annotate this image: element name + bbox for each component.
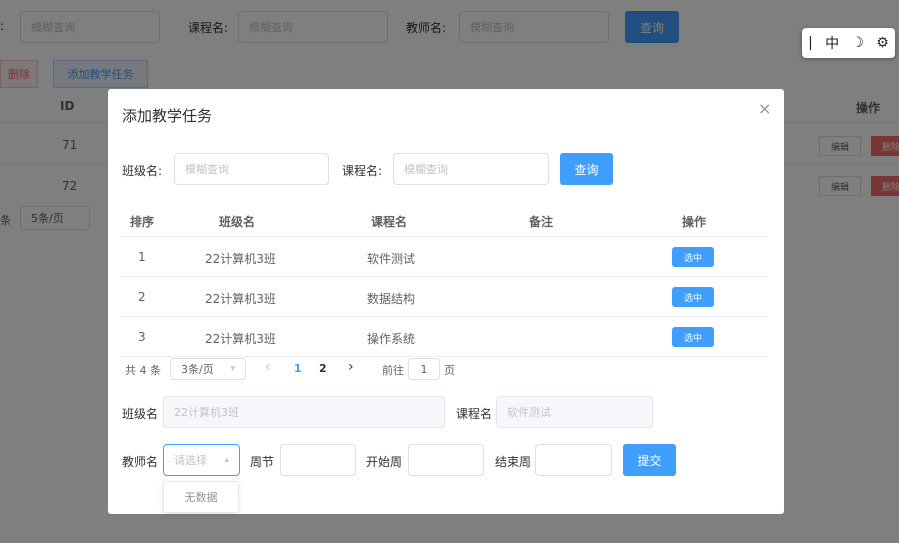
page-size-value: 3条/页	[181, 363, 214, 376]
course-search-input[interactable]: 模糊查询	[393, 153, 549, 185]
form-end-week-label: 结束周	[495, 455, 532, 469]
table-row: 3 22计算机3班 操作系统 选中	[122, 317, 768, 357]
next-page-icon[interactable]: ›	[348, 359, 354, 375]
table-divider	[122, 356, 768, 357]
form-week-label: 周节	[250, 455, 275, 469]
form-teacher-label: 教师名	[122, 455, 159, 469]
add-task-dialog: 添加教学任务 × 班级名: 模糊查询 课程名: 模糊查询 查询 排序 班级名 课…	[108, 89, 784, 514]
goto-page-value: 1	[420, 362, 428, 376]
teacher-select[interactable]: 请选择 ▴	[163, 444, 240, 476]
teacher-dropdown: 无数据	[163, 481, 239, 513]
row-class: 22计算机3班	[205, 252, 276, 266]
dropdown-empty-text: 无数据	[184, 491, 218, 504]
table-header-course: 课程名	[371, 215, 408, 229]
submit-button[interactable]: 提交	[623, 444, 676, 476]
table-row: 1 22计算机3班 软件测试 选中	[122, 237, 768, 277]
teacher-select-placeholder: 请选择	[174, 454, 207, 467]
table-header-order: 排序	[130, 215, 155, 229]
course-table: 排序 班级名 课程名 备注 操作 1 22计算机3班 软件测试 选中 2 22计…	[122, 205, 768, 357]
chevron-down-icon: ▾	[230, 364, 235, 374]
row-order: 1	[138, 250, 146, 264]
ime-toolbar[interactable]: | 中 ☽ ⚙	[802, 28, 895, 58]
start-week-input[interactable]	[408, 444, 484, 476]
select-button[interactable]: 选中	[672, 287, 714, 307]
select-button[interactable]: 选中	[672, 247, 714, 267]
dialog-title: 添加教学任务	[122, 107, 213, 125]
form-class-value: 22计算机3班	[174, 406, 239, 419]
goto-page-input[interactable]: 1	[408, 358, 440, 380]
page-number-active[interactable]: 1	[294, 362, 302, 375]
ime-cursor-icon: |	[808, 35, 813, 51]
gear-icon[interactable]: ⚙	[876, 35, 889, 51]
moon-icon[interactable]: ☽	[851, 35, 864, 51]
class-search-label: 班级名:	[122, 164, 163, 178]
row-course: 软件测试	[367, 252, 416, 266]
ime-mode-toggle[interactable]: 中	[825, 33, 839, 53]
form-course-value: 软件测试	[507, 406, 551, 419]
select-button[interactable]: 选中	[672, 327, 714, 347]
form-class-input: 22计算机3班	[163, 396, 445, 428]
course-search-label: 课程名:	[342, 164, 383, 178]
end-week-input[interactable]	[535, 444, 612, 476]
pagination-total: 共 4 条	[125, 364, 161, 377]
week-input[interactable]	[280, 444, 356, 476]
form-course-label: 课程名	[456, 407, 493, 421]
row-class: 22计算机3班	[205, 332, 276, 346]
form-class-label: 班级名	[122, 407, 159, 421]
row-order: 3	[138, 330, 146, 344]
row-course: 操作系统	[367, 332, 416, 346]
page-number[interactable]: 2	[319, 362, 327, 375]
prev-page-icon[interactable]: ‹	[265, 359, 271, 375]
row-class: 22计算机3班	[205, 292, 276, 306]
table-row: 2 22计算机3班 数据结构 选中	[122, 277, 768, 317]
close-icon[interactable]: ×	[758, 99, 771, 118]
course-search-placeholder: 模糊查询	[404, 163, 448, 176]
table-header-actions: 操作	[682, 215, 707, 229]
page-unit-label: 页	[444, 364, 455, 377]
chevron-up-icon: ▴	[224, 455, 229, 465]
form-start-week-label: 开始周	[366, 455, 403, 469]
form-course-input: 软件测试	[496, 396, 653, 428]
class-search-placeholder: 模糊查询	[185, 163, 229, 176]
table-header-note: 备注	[529, 215, 554, 229]
class-search-input[interactable]: 模糊查询	[174, 153, 329, 185]
row-order: 2	[138, 290, 146, 304]
pagination-page-size[interactable]: 3条/页 ▾	[170, 358, 246, 380]
dialog-query-button[interactable]: 查询	[560, 153, 613, 185]
goto-label: 前往	[382, 364, 404, 377]
row-course: 数据结构	[367, 292, 416, 306]
table-header-class: 班级名	[219, 215, 256, 229]
